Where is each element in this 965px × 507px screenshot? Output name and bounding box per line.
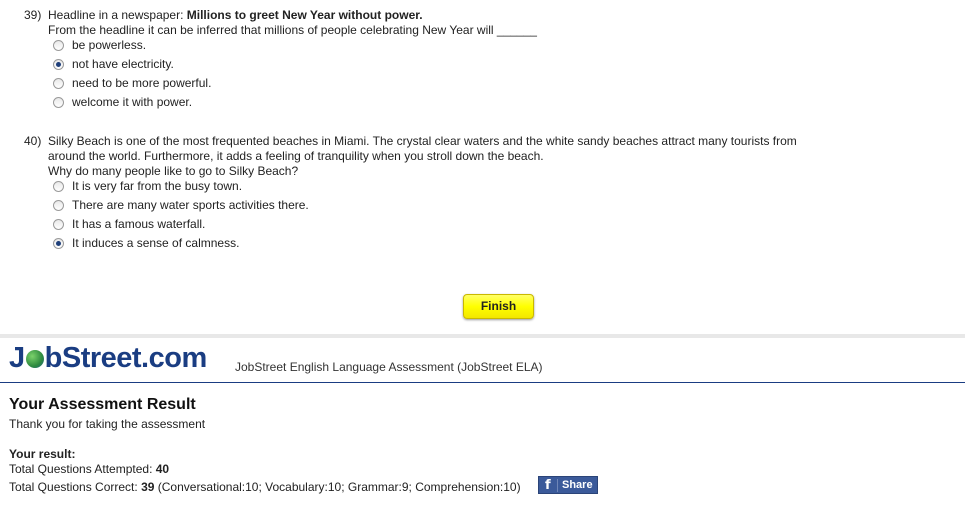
question-text-line: around the world. Furthermore, it adds a… [48,149,544,163]
option-label: It induces a sense of calmness. [72,236,240,250]
question-text-line: Why do many people like to go to Silky B… [48,164,299,178]
radio-button[interactable] [53,181,64,192]
your-result-label: Your result: [9,447,76,461]
question-text-line: Silky Beach is one of the most frequente… [48,134,797,148]
radio-button[interactable] [53,40,64,51]
option-label: There are many water sports activities t… [72,198,309,212]
radio-button-checked[interactable] [53,238,64,249]
radio-button[interactable] [53,78,64,89]
assessment-subtitle: JobStreet English Language Assessment (J… [235,360,543,374]
correct-value: 39 [141,480,155,494]
option-label: need to be more powerful. [72,76,212,90]
thanks-text: Thank you for taking the assessment [9,417,206,431]
result-heading: Your Assessment Result [9,396,196,413]
question-prompt: Headline in a newspaper: Millions to gre… [48,8,828,23]
button-divider [557,479,558,492]
section-divider [0,334,965,338]
logo-text-right: bStreet.com [44,342,208,374]
facebook-share-button[interactable]: f Share [538,476,598,494]
globe-icon [25,350,44,368]
question-text-line: From the headline it can be inferred tha… [48,23,537,37]
radio-button[interactable] [53,219,64,230]
radio-button[interactable] [53,97,64,108]
jobstreet-logo: JbStreet.com [9,342,207,375]
header-rule [0,382,965,383]
option-label: It is very far from the busy town. [72,179,243,193]
correct-label: Total Questions Correct: [9,480,142,494]
question-prefix: Headline in a newspaper: [48,8,187,22]
attempted-line: Total Questions Attempted: 40 [9,462,169,476]
finish-button[interactable]: Finish [463,294,534,319]
facebook-icon: f [545,478,551,493]
option-label: be powerless. [72,38,147,52]
attempted-value: 40 [155,462,170,476]
score-breakdown: (Conversational:10; Vocabulary:10; Gramm… [154,480,521,494]
share-label: Share [562,479,593,491]
question-number: 40) [24,134,42,148]
option-label: It has a famous waterfall. [72,217,206,231]
option-label: not have electricity. [72,57,174,71]
headline-text: Millions to greet New Year without power… [186,8,423,22]
option-label: welcome it with power. [72,95,193,109]
attempted-label: Total Questions Attempted: [9,462,156,476]
question-number: 39) [24,8,42,22]
radio-button-checked[interactable] [53,59,64,70]
radio-button[interactable] [53,200,64,211]
logo-text-left: J [9,342,25,374]
correct-line: Total Questions Correct: 39 (Conversatio… [9,480,521,494]
